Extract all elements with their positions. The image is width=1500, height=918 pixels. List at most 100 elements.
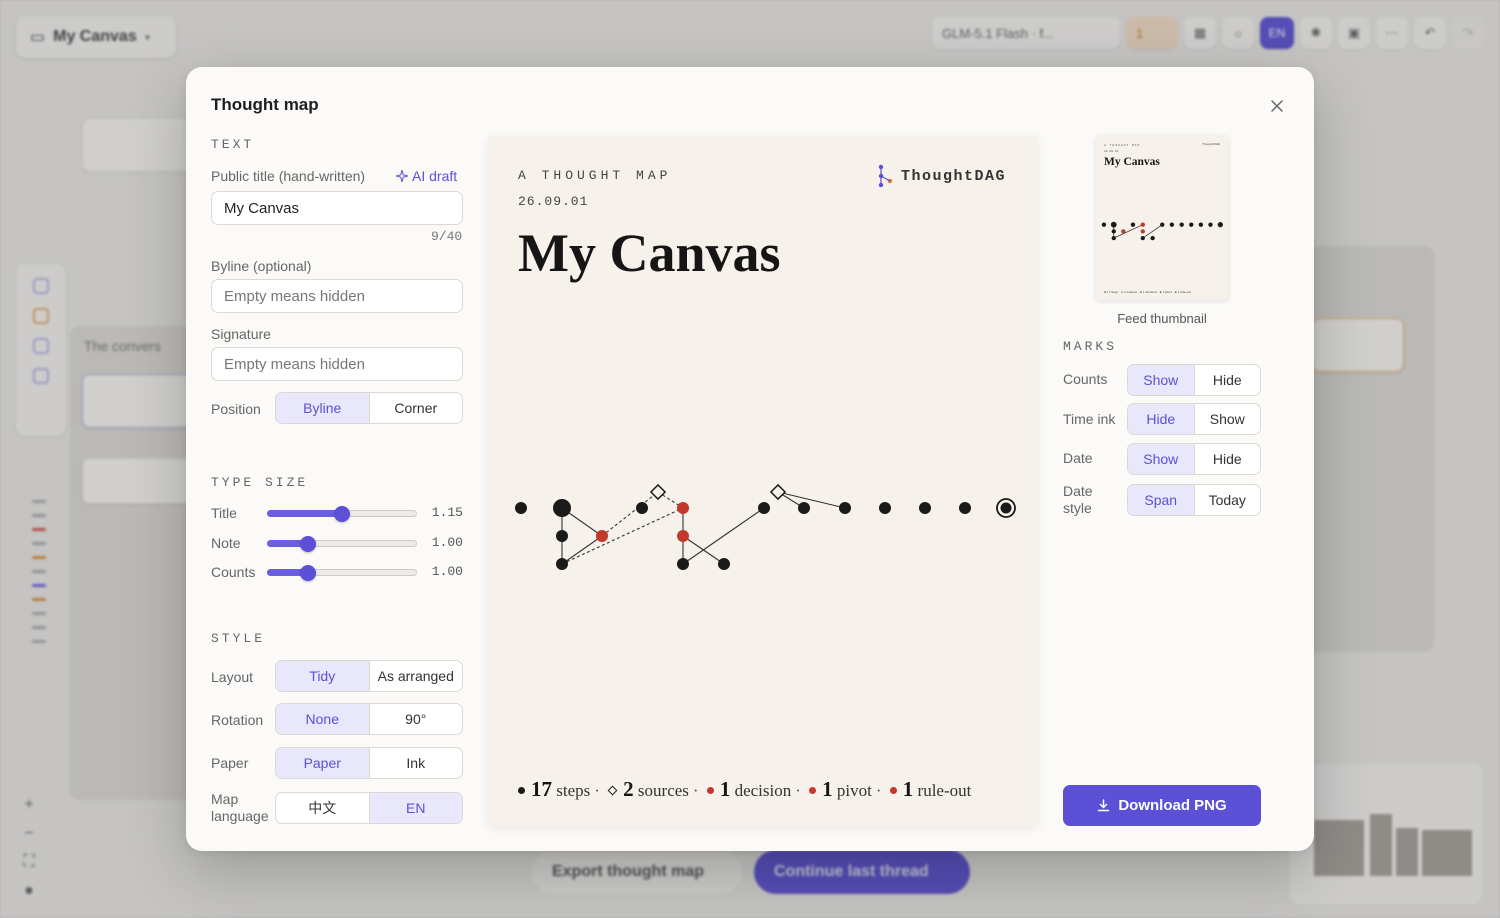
step-node (758, 502, 770, 514)
map-language-label: Map language (211, 791, 269, 824)
slider-thumb[interactable] (334, 506, 350, 522)
thought-map-preview: A THOUGHT MAP 26.09.01 My Canvas Thought… (488, 136, 1038, 826)
step-node (798, 502, 810, 514)
date-style-toggle: Span Today (1127, 484, 1261, 516)
slider-value: 1.15 (431, 505, 463, 520)
sparkle-icon (396, 170, 408, 182)
rotation-90-option[interactable]: 90° (368, 704, 463, 734)
date-toggle: Show Hide (1127, 443, 1261, 475)
layout-toggle: Tidy As arranged (275, 660, 463, 692)
text-section-label: TEXT (211, 137, 255, 152)
slider-value: 1.00 (431, 535, 463, 550)
position-corner-option[interactable]: Corner (368, 393, 463, 423)
poster-date: 26.09.01 (518, 194, 589, 209)
layout-tidy-option[interactable]: Tidy (276, 661, 369, 691)
date-style-today-option[interactable]: Today (1193, 485, 1261, 515)
position-byline-option[interactable]: Byline (276, 393, 369, 423)
close-button[interactable] (1266, 95, 1288, 117)
thought-map-graph (515, 483, 1016, 570)
step-node (677, 558, 689, 570)
slider-label: Counts (211, 564, 256, 580)
thoughtdag-logo-icon (878, 164, 893, 188)
position-label: Position (211, 401, 261, 417)
date-style-label: Date style (1063, 483, 1093, 516)
date-show-option[interactable]: Show (1128, 444, 1194, 474)
byline-input[interactable] (211, 279, 463, 313)
thumbnail-title: My Canvas (1104, 156, 1160, 168)
download-icon (1098, 799, 1110, 812)
title-size-slider: Title 1.15 (211, 503, 463, 523)
step-node (636, 502, 648, 514)
poster-kicker: A THOUGHT MAP (518, 168, 672, 183)
thumbnail-graph (1101, 221, 1223, 241)
note-size-slider: Note 1.00 (211, 533, 463, 553)
download-png-label: Download PNG (1118, 797, 1227, 814)
time-ink-label: Time ink (1063, 411, 1116, 427)
slider-value: 1.00 (431, 564, 463, 579)
date-style-span-option[interactable]: Span (1128, 485, 1194, 515)
date-hide-option[interactable]: Hide (1193, 444, 1261, 474)
counts-toggle: Show Hide (1127, 364, 1261, 396)
paper-label: Paper (211, 755, 249, 771)
paper-ink-option[interactable]: Ink (368, 748, 463, 778)
slider-track[interactable] (267, 506, 417, 522)
decision-node (596, 530, 608, 542)
map-language-en-option[interactable]: EN (368, 793, 462, 823)
step-node (718, 558, 730, 570)
position-toggle: Byline Corner (275, 392, 463, 424)
rotation-toggle: None 90° (275, 703, 463, 735)
time-ink-toggle: Hide Show (1127, 403, 1261, 435)
rotation-none-option[interactable]: None (276, 704, 369, 734)
step-node (515, 502, 527, 514)
download-png-button[interactable]: Download PNG (1063, 785, 1261, 826)
counts-hide-option[interactable]: Hide (1193, 365, 1261, 395)
type-size-section-label: TYPE SIZE (211, 475, 309, 490)
poster-brand: ThoughtDAG (877, 164, 1006, 188)
poster-brand-name: ThoughtDAG (900, 167, 1006, 185)
step-node (839, 502, 851, 514)
close-icon (1271, 100, 1283, 112)
feed-thumbnail: A THOUGHT MAP 26.09.01 My Canvas Thought… (1096, 136, 1228, 300)
dialog-title: Thought map (211, 95, 319, 114)
poster-title: My Canvas (518, 223, 781, 283)
step-node (556, 530, 568, 542)
public-title-label: Public title (hand-written) (211, 168, 366, 184)
date-label: Date (1063, 450, 1093, 466)
slider-label: Note (211, 535, 241, 551)
source-node (649, 483, 667, 501)
thumbnail-caption: Feed thumbnail (1117, 311, 1207, 326)
paper-paper-option[interactable]: Paper (276, 748, 369, 778)
rotation-label: Rotation (211, 712, 264, 728)
step-node (919, 502, 931, 514)
source-node (769, 483, 787, 501)
counts-label: Counts (1063, 371, 1108, 387)
map-language-zh-option[interactable]: 中文 (276, 793, 369, 823)
public-title-input[interactable] (211, 191, 463, 225)
step-node (556, 558, 568, 570)
step-node (553, 499, 571, 517)
counts-size-slider: Counts 1.00 (211, 562, 463, 582)
pivot-node (677, 502, 689, 514)
thought-map-dialog: Thought map TEXT Public title (hand-writ… (186, 67, 1314, 851)
step-node (879, 502, 891, 514)
byline-label: Byline (optional) (211, 258, 312, 274)
slider-thumb[interactable] (299, 565, 316, 581)
marks-section-label: MARKS (1063, 339, 1118, 354)
slider-track[interactable] (267, 565, 417, 581)
slider-track[interactable] (267, 536, 417, 552)
slider-label: Title (211, 505, 237, 521)
layout-label: Layout (211, 669, 254, 685)
signature-input[interactable] (211, 347, 463, 381)
ai-draft-button[interactable]: AI draft (396, 168, 457, 184)
poster-stats: 17 steps · 2 sources · 1 decision · 1 pivot… (518, 777, 971, 802)
slider-thumb[interactable] (299, 536, 316, 552)
style-section-label: STYLE (211, 631, 266, 646)
layout-as-arranged-option[interactable]: As arranged (368, 661, 463, 691)
step-node (959, 502, 971, 514)
time-ink-show-option[interactable]: Show (1193, 404, 1261, 434)
rule-out-node (677, 530, 689, 542)
paper-toggle: Paper Ink (275, 747, 463, 779)
counts-show-option[interactable]: Show (1128, 365, 1194, 395)
time-ink-hide-option[interactable]: Hide (1128, 404, 1194, 434)
map-language-toggle: 中文 EN (275, 792, 463, 824)
